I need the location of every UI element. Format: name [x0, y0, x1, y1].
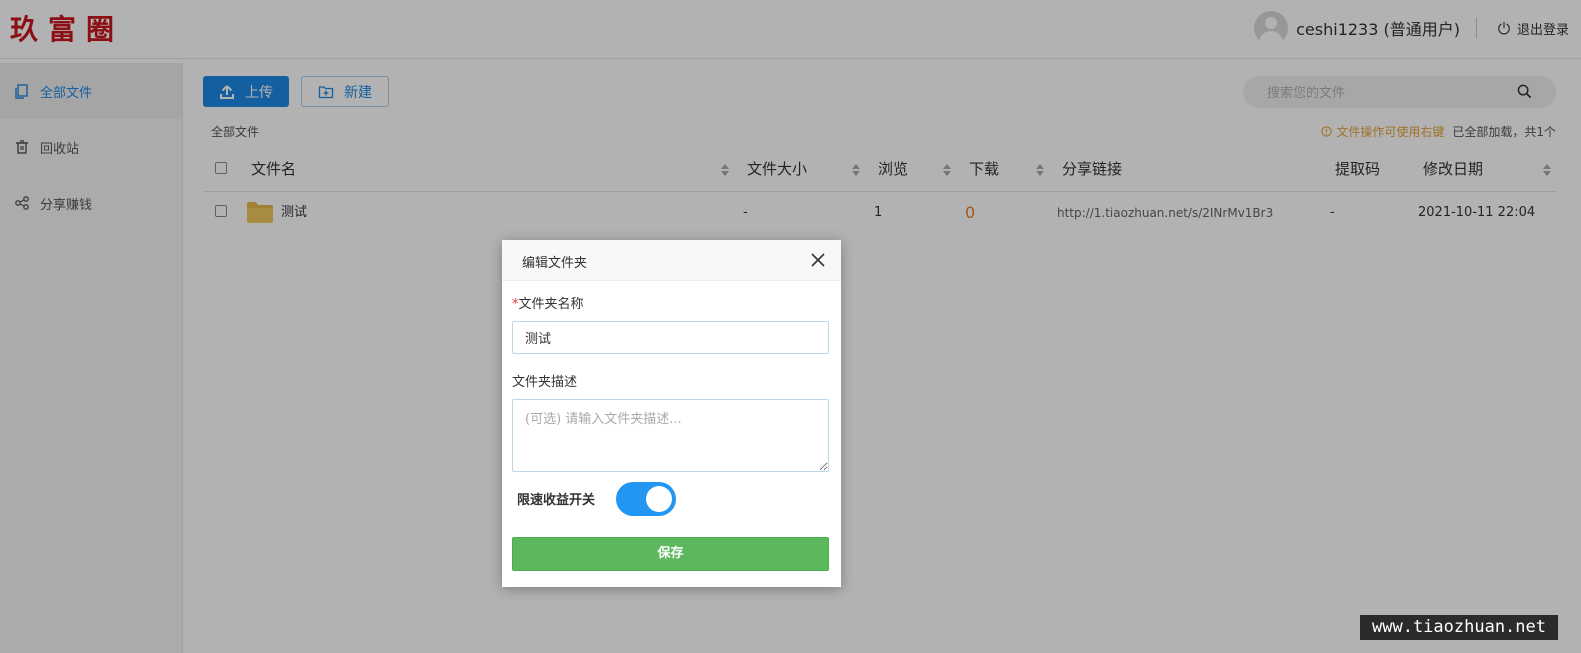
folder-name-input[interactable] [512, 321, 829, 354]
dialog-title: 编辑文件夹 [522, 256, 588, 271]
dialog-header: 编辑文件夹 [502, 240, 841, 281]
folder-name-label: *文件夹名称 [512, 297, 584, 312]
watermark: www.tiaozhuan.net [1360, 615, 1558, 640]
speed-limit-toggle[interactable] [616, 482, 676, 516]
speed-limit-toggle-label: 限速收益开关 [517, 493, 596, 508]
close-icon[interactable] [811, 253, 825, 267]
edit-folder-dialog: 编辑文件夹 *文件夹名称 文件夹描述 限速收益开关 保存 [502, 240, 841, 587]
folder-desc-label: 文件夹描述 [512, 375, 578, 390]
toggle-knob [646, 486, 672, 512]
save-button[interactable]: 保存 [512, 537, 829, 571]
folder-desc-textarea[interactable] [512, 399, 829, 472]
